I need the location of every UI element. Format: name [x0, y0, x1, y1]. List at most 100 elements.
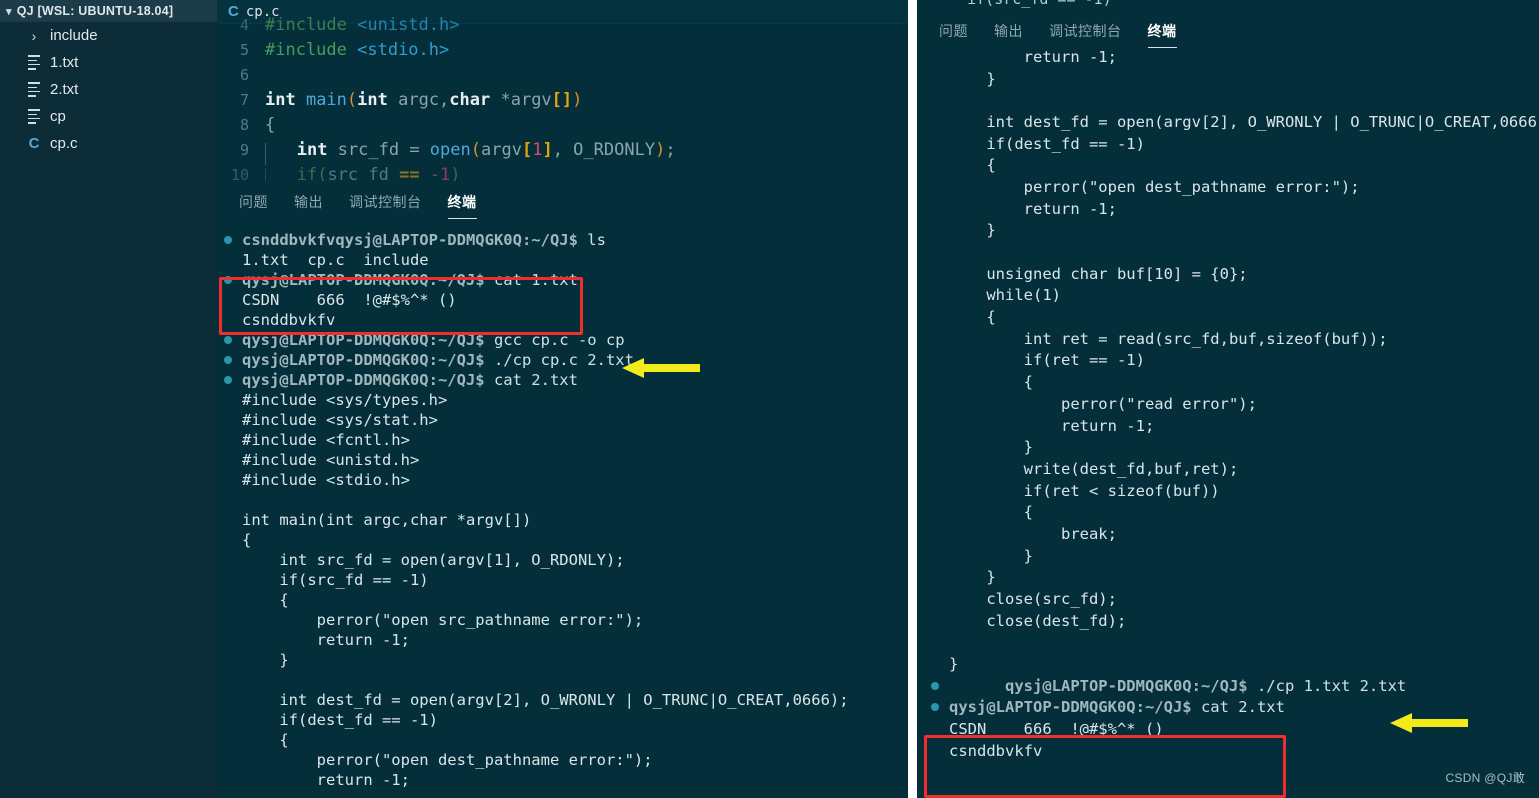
terminal-output-line: perror("open dest_pathname error:"); — [931, 176, 1539, 198]
shell-output-text: } — [242, 651, 289, 669]
sidebar-item-include[interactable]: › include — [0, 22, 217, 49]
tab-problems[interactable]: 问题 — [239, 192, 268, 217]
shell-output-text: close(dest_fd); — [949, 611, 1127, 630]
sidebar-item-label: 1.txt — [50, 54, 79, 71]
chevron-down-icon: ▾ — [6, 5, 12, 18]
terminal-output-right[interactable]: return -1; } int dest_fd = open(argv[2],… — [917, 46, 1539, 762]
terminal-output-line: #include <sys/types.h> — [217, 390, 908, 410]
shell-command: cat 1.txt — [493, 271, 578, 289]
tab-terminal[interactable]: 终端 — [1147, 21, 1177, 48]
shell-output-text: } — [949, 69, 996, 88]
command-decoration-dot — [931, 703, 939, 712]
sidebar-item-label: cp — [50, 108, 66, 125]
tab-debug-console[interactable]: 调试控制台 — [1049, 21, 1122, 46]
terminal-output-left[interactable]: csnddbvkfvqysj@LAPTOP-DDMQGK0Q:~/QJ$ ls 1… — [217, 217, 908, 790]
shell-output-text: perror("read error"); — [949, 394, 1257, 413]
explorer-sidebar: ▾ QJ [WSL: UBUNTU-18.04] › include 1.txt… — [0, 0, 217, 798]
csdn-watermark: CSDN @QJ敢 — [1445, 771, 1525, 785]
shell-prompt: csnddbvkfvqysj@LAPTOP-DDMQGK0Q:~/QJ$ — [242, 231, 588, 249]
sidebar-item-cpc[interactable]: C cp.c — [0, 130, 217, 157]
terminal-output-line: { — [931, 154, 1539, 176]
terminal-output-line: } — [931, 567, 1539, 589]
text-file-icon — [24, 109, 44, 124]
shell-output-text: { — [949, 373, 1033, 392]
sidebar-item-2txt[interactable]: 2.txt — [0, 76, 217, 103]
shell-output-text: CSDN 666 !@#$%^* () — [949, 720, 1164, 739]
editor-line: 6 — [217, 62, 908, 87]
terminal-command-line: qysj@LAPTOP-DDMQGK0Q:~/QJ$ cat 1.txt — [217, 270, 908, 290]
tab-output[interactable]: 输出 — [994, 21, 1023, 46]
terminal-output-line: if(ret == -1) — [931, 350, 1539, 372]
editor-code-sliver: if(src_fd == -1) — [917, 0, 1539, 8]
shell-output-text: { — [949, 308, 996, 327]
tab-terminal[interactable]: 终端 — [447, 192, 477, 219]
shell-command: gcc cp.c -o cp — [493, 331, 625, 349]
terminal-output-line: CSDN 666 !@#$%^* () — [217, 290, 908, 310]
terminal-output-line: unsigned char buf[10] = {0}; — [931, 263, 1539, 285]
shell-output-text: break; — [949, 524, 1117, 543]
tab-debug-console[interactable]: 调试控制台 — [349, 192, 422, 217]
terminal-output-line: { — [931, 501, 1539, 523]
terminal-output-line: { — [931, 306, 1539, 328]
terminal-output-line: 1.txt cp.c include — [217, 250, 908, 270]
shell-command: cat 2.txt — [493, 371, 578, 389]
shell-output-text: return -1; — [949, 47, 1117, 66]
shell-output-text: { — [242, 591, 289, 609]
tab-output[interactable]: 输出 — [294, 192, 323, 217]
shell-output-text: { — [949, 503, 1033, 522]
terminal-output-line: break; — [931, 523, 1539, 545]
editor-line-number: 9 — [239, 140, 249, 159]
shell-output-text: int main(int argc,char *argv[]) — [242, 511, 532, 529]
terminal-output-line: int src_fd = open(argv[1], O_RDONLY); — [217, 550, 908, 570]
shell-prompt: qysj@LAPTOP-DDMQGK0Q:~/QJ$ — [242, 331, 494, 349]
command-decoration-dot — [224, 276, 232, 284]
terminal-output-line: int main(int argc,char *argv[]) — [217, 510, 908, 530]
shell-output-text: write(dest_fd,buf,ret); — [949, 459, 1239, 478]
editor-code-area[interactable]: 4 #include <unistd.h> 5 #include <stdio.… — [217, 15, 908, 181]
terminal-output-line: return -1; — [931, 415, 1539, 437]
shell-output-text: } — [949, 546, 1033, 565]
shell-output-text: int dest_fd = open(argv[2], O_WRONLY | O… — [949, 112, 1539, 131]
sidebar-item-label: 2.txt — [50, 81, 79, 98]
terminal-output-line: csnddbvkfv — [931, 740, 1539, 762]
editor-line: 7 int main(int argc,char *argv[]) — [217, 87, 908, 112]
shell-output-text: int dest_fd = open(argv[2], O_WRONLY | O… — [242, 691, 849, 709]
terminal-output-line: if(ret < sizeof(buf)) — [931, 480, 1539, 502]
shell-prompt: qysj@LAPTOP-DDMQGK0Q:~/QJ$ — [242, 351, 494, 369]
panel-tab-bar: 问题 输出 调试控制台 终端 — [217, 181, 908, 219]
shell-output-text: 1.txt cp.c include — [242, 251, 429, 269]
c-file-icon: C — [28, 135, 40, 152]
editor-line: 4 #include <unistd.h> — [217, 12, 908, 37]
shell-command: ls — [587, 231, 606, 249]
shell-output-text: return -1; — [242, 631, 410, 649]
editor-line-number: 8 — [239, 115, 249, 134]
explorer-root-folder[interactable]: ▾ QJ [WSL: UBUNTU-18.04] — [0, 0, 217, 22]
terminal-output-line: if(dest_fd == -1) — [931, 133, 1539, 155]
explorer-root-folder-label: QJ [WSL: UBUNTU-18.04] — [16, 4, 174, 18]
terminal-output-line: if(dest_fd == -1) — [217, 710, 908, 730]
terminal-output-line: { — [217, 530, 908, 550]
tab-problems[interactable]: 问题 — [939, 21, 968, 46]
terminal-output-line: } — [217, 650, 908, 670]
sidebar-item-cp[interactable]: cp — [0, 103, 217, 130]
chevron-right-icon: › — [31, 27, 37, 44]
panel-tab-bar-right: 问题 输出 调试控制台 终端 — [917, 8, 1539, 48]
terminal-command-line: qysj@LAPTOP-DDMQGK0Q:~/QJ$ cat 2.txt — [217, 370, 908, 390]
terminal-output-line: write(dest_fd,buf,ret); — [931, 458, 1539, 480]
shell-output-text: if(ret == -1) — [949, 351, 1145, 370]
terminal-output-line: csnddbvkfv — [217, 310, 908, 330]
sidebar-item-1txt[interactable]: 1.txt — [0, 49, 217, 76]
terminal-output-line: int dest_fd = open(argv[2], O_WRONLY | O… — [931, 111, 1539, 133]
editor-line-number: 4 — [239, 15, 249, 34]
shell-output-text: #include <fcntl.h> — [242, 431, 410, 449]
shell-output-text: if(dest_fd == -1) — [242, 711, 438, 729]
shell-output-text: } — [949, 221, 996, 240]
terminal-output-line: } — [931, 68, 1539, 90]
editor-line: 10 if(src_fd == -1) — [217, 162, 908, 181]
command-decoration-dot — [224, 356, 232, 364]
terminal-command-line: qysj@LAPTOP-DDMQGK0Q:~/QJ$ ./cp cp.c 2.t… — [217, 350, 908, 370]
terminal-output-line: } — [931, 436, 1539, 458]
